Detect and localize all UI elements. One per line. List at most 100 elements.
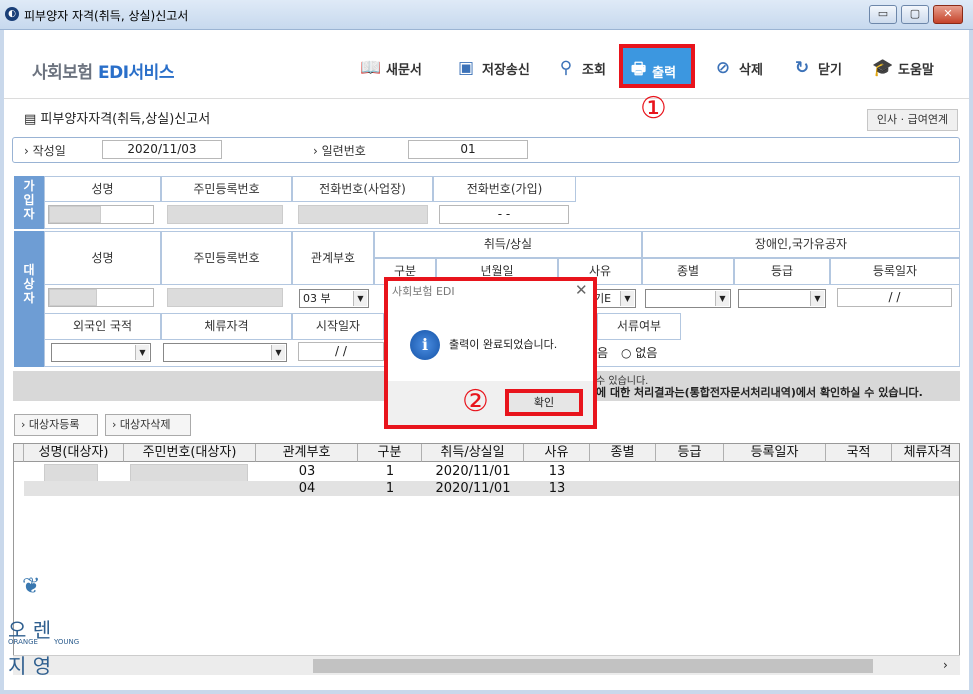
stay-select[interactable]: ▼ bbox=[163, 343, 287, 362]
subscriber-phone-home-field[interactable]: - - bbox=[439, 205, 569, 224]
subscriber-phone-work-field[interactable] bbox=[298, 205, 428, 224]
chevron-down-icon: ▼ bbox=[810, 291, 824, 306]
relation-select-value: 03 부 bbox=[303, 292, 331, 305]
new-doc-button[interactable]: 📖 새문서 bbox=[360, 58, 422, 78]
grid-header-relation[interactable]: 관계부호 bbox=[256, 444, 358, 462]
grid-row-header bbox=[14, 444, 24, 462]
subscriber-name-field[interactable] bbox=[48, 205, 154, 224]
chevron-down-icon: ▼ bbox=[271, 345, 285, 360]
app-icon: ◐ bbox=[5, 7, 19, 21]
serial-field[interactable]: 01 bbox=[408, 140, 528, 159]
date-field[interactable]: 2020/11/03 bbox=[102, 140, 222, 159]
logo-en2: YOUNG bbox=[54, 638, 80, 646]
save-send-label: 저장송신 bbox=[482, 62, 530, 78]
grid-div-cell: 1 bbox=[385, 464, 395, 479]
disabled-header: 장애인,국가유공자 bbox=[642, 231, 960, 258]
target-name-header: 성명 bbox=[44, 231, 161, 285]
logo-line2: 지 영 bbox=[8, 654, 52, 678]
refresh-icon: ↻ bbox=[794, 58, 810, 78]
grid-header-reason[interactable]: 사유 bbox=[524, 444, 590, 462]
subscriber-phone-home-header: 전화번호(가입) bbox=[433, 176, 576, 202]
help-button[interactable]: 🎓 도움말 bbox=[872, 58, 934, 78]
target-grid[interactable]: 성명(대상자) 주민번호(대상자) 관계부호 구분 취득/상실일 사유 종별 등… bbox=[13, 443, 960, 675]
scrollbar-thumb[interactable] bbox=[313, 659, 873, 673]
grid-relation-cell: 04 bbox=[298, 481, 316, 496]
type-select[interactable]: ▼ bbox=[645, 289, 731, 308]
search-button[interactable]: ⚲ 조회 bbox=[556, 58, 606, 78]
nationality-select[interactable]: ▼ bbox=[51, 343, 151, 362]
start-date-field[interactable]: / / bbox=[298, 342, 384, 361]
relation-header: 관계부호 bbox=[292, 231, 374, 285]
grade-header: 등급 bbox=[734, 258, 830, 285]
docs-no-label: 없음 bbox=[635, 346, 658, 360]
grid-header-div[interactable]: 구분 bbox=[358, 444, 422, 462]
scroll-right-icon[interactable]: › bbox=[943, 658, 948, 672]
new-doc-label: 새문서 bbox=[386, 62, 422, 78]
search-icon: ⚲ bbox=[559, 58, 573, 78]
docs-no-radio[interactable]: ○ 없음 bbox=[621, 344, 657, 361]
grade-select[interactable]: ▼ bbox=[738, 289, 826, 308]
book-icon: 📖 bbox=[360, 58, 382, 78]
hr-payroll-link-button[interactable]: 인사 · 급여연계 bbox=[867, 109, 958, 131]
printer-icon: 🖶 bbox=[631, 59, 647, 78]
date-label-text: 작성일 bbox=[32, 144, 66, 158]
grid-header-reg-date[interactable]: 등록일자 bbox=[724, 444, 826, 462]
subscriber-side-label: 가 입 자 bbox=[14, 176, 44, 229]
start-date-header: 시작일자 bbox=[292, 313, 384, 340]
maximize-button[interactable]: ▢ bbox=[901, 5, 929, 24]
subscriber-rrn-field[interactable] bbox=[167, 205, 283, 224]
grid-header-stay[interactable]: 체류자격 bbox=[892, 444, 959, 462]
leaf-icon: ❦ bbox=[22, 574, 41, 599]
delete-button[interactable]: ⊘ 삭제 bbox=[713, 58, 763, 78]
notice-line2: 에 대한 처리결과는(통합전자문서처리내역)에서 확인하실 수 있습니다. bbox=[596, 386, 923, 399]
serial-label: › 일련번호 bbox=[313, 144, 366, 158]
horizontal-scrollbar[interactable]: › bbox=[13, 655, 960, 675]
print-button[interactable]: 🖶 출력 bbox=[631, 58, 676, 85]
orange-young-logo: ❦ 오 렌 ORANGE YOUNG 지 영 bbox=[8, 574, 88, 684]
target-side-label: 대 상 자 bbox=[14, 231, 44, 367]
grid-header-grade[interactable]: 등급 bbox=[656, 444, 724, 462]
add-target-button[interactable]: › 대상자등록 bbox=[14, 414, 98, 436]
delete-target-label: 대상자삭제 bbox=[119, 418, 171, 431]
grid-header-date[interactable]: 취득/상실일 bbox=[422, 444, 524, 462]
table-row[interactable]: 03 1 2020/11/01 13 bbox=[24, 464, 959, 496]
docs-yes-radio[interactable]: 음 bbox=[597, 344, 608, 361]
acq-loss-header: 취득/상실 bbox=[374, 231, 642, 258]
radio-icon: ○ bbox=[621, 346, 636, 360]
close-button[interactable]: ↻ 닫기 bbox=[792, 58, 842, 78]
close-label: 닫기 bbox=[818, 62, 842, 78]
target-rrn-header: 주민등록번호 bbox=[161, 231, 292, 285]
help-label: 도움말 bbox=[898, 62, 934, 78]
reg-date-field[interactable]: / / bbox=[837, 288, 952, 307]
grid-relation-cell: 03 bbox=[298, 464, 316, 479]
delete-target-button[interactable]: › 대상자삭제 bbox=[105, 414, 191, 436]
target-rrn-field[interactable] bbox=[167, 288, 283, 307]
grid-header-rrn[interactable]: 주민번호(대상자) bbox=[124, 444, 256, 462]
nationality-header: 외국인 국적 bbox=[44, 313, 161, 340]
grid-header-name[interactable]: 성명(대상자) bbox=[24, 444, 124, 462]
chevron-down-icon: ▼ bbox=[715, 291, 729, 306]
grid-reason-cell: 13 bbox=[548, 464, 566, 479]
info-icon: i bbox=[410, 330, 440, 360]
close-window-button[interactable]: ✕ bbox=[933, 5, 963, 24]
grid-header-nationality[interactable]: 국적 bbox=[826, 444, 892, 462]
grid-header-type[interactable]: 종별 bbox=[590, 444, 656, 462]
save-send-button[interactable]: ▣ 저장송신 bbox=[456, 58, 530, 78]
ok-button[interactable]: 확인 bbox=[505, 389, 583, 416]
grid-date-cell: 2020/11/01 bbox=[435, 464, 511, 479]
stay-header: 체류자격 bbox=[161, 313, 292, 340]
target-name-field[interactable] bbox=[48, 288, 154, 307]
table-row[interactable]: 04 1 2020/11/01 13 bbox=[24, 481, 959, 496]
graduation-cap-icon: 🎓 bbox=[872, 58, 894, 78]
window-titlebar: ◐ 피부양자 자격(취득, 상실)신고서 ▭ ▢ ✕ bbox=[0, 0, 973, 30]
minimize-button[interactable]: ▭ bbox=[869, 5, 897, 24]
grid-div-cell: 1 bbox=[385, 481, 395, 496]
add-target-label: 대상자등록 bbox=[28, 418, 80, 431]
annotation-two: ② bbox=[462, 384, 489, 419]
relation-select[interactable]: 03 부 ▼ bbox=[299, 289, 369, 308]
annotation-one: ① bbox=[640, 91, 667, 126]
form-icon: ▤ bbox=[24, 112, 41, 127]
serial-label-text: 일련번호 bbox=[321, 144, 366, 158]
dialog-close-icon[interactable]: ✕ bbox=[575, 281, 588, 299]
logo-en1: ORANGE bbox=[8, 638, 38, 646]
